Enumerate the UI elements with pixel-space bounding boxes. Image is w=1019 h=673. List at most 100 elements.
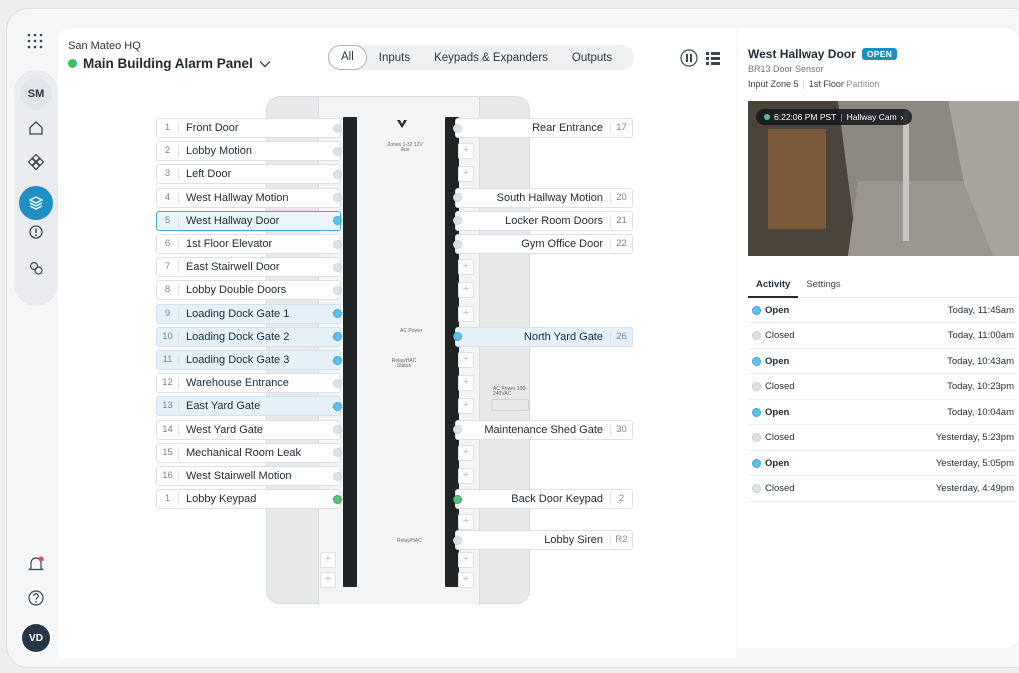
board-label-relay-hac: Relay/HAC xyxy=(397,538,422,544)
activity-state: Open xyxy=(752,356,789,367)
tab-settings[interactable]: Settings xyxy=(798,278,848,298)
zone-label: West Yard Gate xyxy=(186,423,264,436)
zone-row[interactable]: 13 East Yard Gate xyxy=(156,396,342,417)
user-avatar[interactable]: VD xyxy=(22,624,50,652)
board-view-icon[interactable] xyxy=(680,49,698,67)
activity-state-label: Open xyxy=(765,304,790,316)
add-zone-button[interactable]: + xyxy=(458,444,474,461)
main-panel: San Mateo HQ Main Building Alarm Panel A… xyxy=(58,28,736,658)
zone-status-dot xyxy=(333,262,342,272)
app-grid-icon[interactable] xyxy=(26,32,44,50)
org-avatar[interactable]: SM xyxy=(20,78,52,110)
zone-number: 5 xyxy=(157,214,179,227)
zone-number: 13 xyxy=(157,400,179,413)
activity-row[interactable]: Open Today, 10:04am xyxy=(748,400,1018,425)
add-zone-button[interactable]: + xyxy=(458,166,474,183)
add-zone-button[interactable]: + xyxy=(458,259,474,276)
camera-time: 6:22:06 PM PST xyxy=(774,112,837,122)
ac-connector xyxy=(491,399,529,411)
zone-row[interactable]: Rear Entrance 17 xyxy=(453,118,633,138)
activity-row[interactable]: Closed Yesterday, 4:49pm xyxy=(748,477,1018,502)
zone-row[interactable]: 7 East Stairwell Door xyxy=(156,257,342,278)
add-zone-button[interactable]: + xyxy=(458,282,474,299)
zone-row[interactable]: 5 West Hallway Door xyxy=(156,210,342,231)
alarm-panel-icon[interactable] xyxy=(26,193,46,213)
add-zone-button[interactable]: + xyxy=(458,398,474,415)
filter-tabs: All Inputs Keypads & Expanders Outputs xyxy=(328,45,635,70)
activity-time: Yesterday, 5:05pm xyxy=(935,457,1014,469)
tab-inputs[interactable]: Inputs xyxy=(367,52,422,64)
zone-row[interactable]: 11 Loading Dock Gate 3 xyxy=(156,350,342,370)
zone-row[interactable]: 2 Lobby Motion xyxy=(156,141,342,162)
add-zone-button[interactable]: + xyxy=(458,468,474,484)
zone-status-dot xyxy=(333,355,342,365)
modules-icon[interactable] xyxy=(26,152,46,172)
add-zone-button[interactable]: + xyxy=(320,552,336,568)
zone-number: R2 xyxy=(610,534,632,546)
add-zone-button[interactable]: + xyxy=(320,572,336,588)
bell-icon[interactable] xyxy=(26,554,46,574)
zone-row[interactable]: 12 Warehouse Entrance xyxy=(156,373,342,394)
zone-row[interactable]: 15 Mechanical Room Leak xyxy=(156,442,342,463)
zone-row[interactable]: Maintenance Shed Gate 30 xyxy=(453,419,633,440)
zone-row[interactable]: 14 West Yard Gate xyxy=(156,419,342,440)
activity-state: Open xyxy=(752,305,789,316)
tab-all[interactable]: All xyxy=(328,45,367,70)
activity-row[interactable]: Open Today, 11:45am xyxy=(748,298,1018,323)
panel-selector[interactable]: Main Building Alarm Panel xyxy=(68,56,271,71)
integrations-icon[interactable] xyxy=(26,258,46,278)
zone-number: 6 xyxy=(157,238,179,250)
online-status-dot xyxy=(68,59,77,68)
tab-activity[interactable]: Activity xyxy=(748,278,799,298)
zone-row[interactable]: 10 Loading Dock Gate 2 xyxy=(156,326,342,347)
brand-logo-icon xyxy=(397,120,407,128)
activity-state-label: Closed xyxy=(765,432,795,443)
zone-row[interactable]: 4 West Hallway Motion xyxy=(156,187,342,208)
activity-row[interactable]: Open Today, 10:43am xyxy=(748,349,1018,374)
zone-row[interactable]: 16 West Stairwell Motion xyxy=(156,466,342,486)
activity-row[interactable]: Closed Today, 10:23pm xyxy=(748,375,1018,400)
zone-status-dot xyxy=(333,448,342,458)
help-icon[interactable] xyxy=(26,588,46,608)
zone-row[interactable]: Back Door Keypad 2 xyxy=(453,489,633,510)
zone-row[interactable]: 8 Lobby Double Doors xyxy=(156,280,342,301)
zone-row[interactable]: 3 Left Door xyxy=(156,164,342,185)
zone-number: 15 xyxy=(157,446,179,459)
add-zone-button[interactable]: + xyxy=(458,572,474,588)
zone-row[interactable]: North Yard Gate 26 xyxy=(453,326,633,347)
zone-row[interactable]: 1 Front Door xyxy=(156,118,342,138)
activity-row[interactable]: Closed Today, 11:00am xyxy=(748,324,1018,349)
zone-row[interactable]: Gym Office Door 22 xyxy=(453,234,633,254)
add-zone-button[interactable]: + xyxy=(458,305,474,322)
zone-row[interactable]: Lobby Siren R2 xyxy=(453,530,633,550)
list-view-icon[interactable] xyxy=(704,49,722,67)
zone-row[interactable]: South Hallway Motion 20 xyxy=(453,187,633,208)
tab-keypads-expanders[interactable]: Keypads & Expanders xyxy=(422,52,560,64)
zone-row[interactable]: 6 1st Floor Elevator xyxy=(156,234,342,254)
add-zone-button[interactable]: + xyxy=(458,375,474,392)
camera-timestamp-badge[interactable]: 6:22:06 PM PST | Hallway Cam › xyxy=(756,109,912,125)
zone-number: 1 xyxy=(157,493,179,506)
activity-status-dot xyxy=(752,356,761,366)
zone-label: Gym Office Door xyxy=(521,238,603,250)
tab-outputs[interactable]: Outputs xyxy=(560,52,624,64)
add-zone-button[interactable]: + xyxy=(458,143,474,160)
add-zone-button[interactable]: + xyxy=(458,514,474,531)
activity-state: Closed xyxy=(752,381,795,392)
zone-status-dot xyxy=(333,378,342,388)
add-zone-button[interactable]: + xyxy=(458,352,474,368)
camera-feed[interactable]: 6:22:06 PM PST | Hallway Cam › xyxy=(748,101,1019,256)
zone-status-dot xyxy=(333,309,342,319)
zone-row[interactable]: 9 Loading Dock Gate 1 xyxy=(156,303,342,324)
activity-row[interactable]: Open Yesterday, 5:05pm xyxy=(748,451,1018,476)
zone-number: 8 xyxy=(157,284,179,297)
zone-number: 2 xyxy=(157,145,179,158)
activity-row[interactable]: Closed Yesterday, 5:23pm xyxy=(748,426,1018,451)
zone-label: Mechanical Room Leak xyxy=(186,446,301,459)
zone-label: Front Door xyxy=(186,122,239,134)
home-icon[interactable] xyxy=(26,118,46,138)
zone-row[interactable]: 1 Lobby Keypad xyxy=(156,489,342,510)
add-zone-button[interactable]: + xyxy=(458,552,474,568)
alert-icon[interactable] xyxy=(26,222,46,242)
zone-row[interactable]: Locker Room Doors 21 xyxy=(453,210,633,231)
